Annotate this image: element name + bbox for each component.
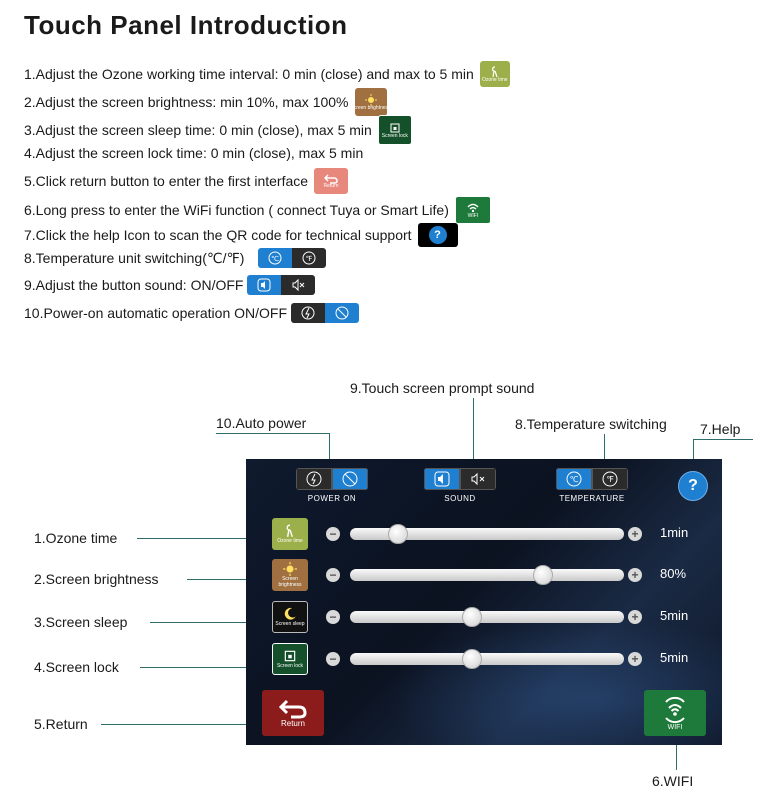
power-on-toggle[interactable] bbox=[296, 468, 368, 490]
touch-panel: POWER ON SOUND ℃ ℉ TEMPERATURE ? Ozone t… bbox=[246, 459, 722, 745]
ozone-value: 1min bbox=[660, 525, 689, 540]
auto-off-icon[interactable] bbox=[332, 468, 368, 490]
return-icon bbox=[279, 699, 307, 718]
return-button[interactable]: Return bbox=[262, 690, 324, 736]
lock-button[interactable]: Screen lock bbox=[272, 643, 308, 675]
lock-slider-track[interactable] bbox=[350, 653, 624, 665]
ozone-plus-button[interactable]: + bbox=[628, 527, 642, 541]
speaker-on-icon bbox=[247, 275, 282, 295]
auto-power-toggle bbox=[291, 303, 360, 323]
callout-wifi: 6.WIFI bbox=[652, 773, 694, 789]
brightness-value: 80% bbox=[660, 566, 687, 581]
wifi-icon: WIFI bbox=[454, 196, 491, 224]
help-icon: ? bbox=[417, 223, 458, 247]
callout-return: 5.Return bbox=[34, 716, 88, 732]
ozone-row: Ozone time − + 1min bbox=[246, 518, 722, 550]
sleep-slider-track[interactable] bbox=[350, 611, 624, 623]
lock-minus-button[interactable]: − bbox=[326, 652, 340, 666]
sleep-plus-button[interactable]: + bbox=[628, 610, 642, 624]
instruction-10: 10.Power-on automatic operation ON/OFF bbox=[24, 303, 360, 323]
ozone-icon bbox=[286, 524, 293, 538]
brightness-slider-track[interactable] bbox=[350, 569, 624, 581]
help-button[interactable]: ? bbox=[678, 471, 708, 501]
leader-sound bbox=[473, 398, 474, 462]
auto-off-icon bbox=[325, 303, 360, 323]
sound-label: SOUND bbox=[444, 494, 476, 503]
return-icon: Return bbox=[314, 168, 349, 194]
sleep-slider-knob[interactable] bbox=[461, 607, 482, 627]
wifi-button[interactable]: WIFI bbox=[644, 690, 706, 736]
lock-row: Screen lock − + 5min bbox=[246, 643, 722, 675]
leader-return bbox=[101, 724, 261, 725]
instruction-3: 3.Adjust the screen sleep time: 0 min (c… bbox=[24, 115, 412, 145]
callout-help: 7.Help bbox=[700, 421, 741, 437]
ozone-button[interactable]: Ozone time bbox=[272, 518, 308, 550]
instruction-4: 4.Adjust the screen lock time: 0 min (cl… bbox=[24, 145, 364, 161]
lock-icon: Screen lock bbox=[377, 115, 412, 145]
sound-toggle[interactable] bbox=[424, 468, 496, 490]
svg-text:℃: ℃ bbox=[272, 256, 280, 263]
instruction-8: 8.Temperature unit switching(℃/℉) ℃ ℉ bbox=[24, 248, 327, 268]
instruction-9: 9.Adjust the button sound: ON/OFF bbox=[24, 275, 316, 295]
svg-text:℉: ℉ bbox=[606, 475, 614, 484]
brightness-minus-button[interactable]: − bbox=[326, 568, 340, 582]
instruction-6: 6.Long press to enter the WiFi function … bbox=[24, 196, 491, 224]
callout-lock: 4.Screen lock bbox=[34, 659, 119, 675]
lock-icon bbox=[284, 650, 296, 662]
celsius-icon[interactable]: ℃ bbox=[556, 468, 592, 490]
callout-temperature: 8.Temperature switching bbox=[515, 416, 667, 432]
power-icon bbox=[291, 303, 326, 323]
sleep-minus-button[interactable]: − bbox=[326, 610, 340, 624]
wifi-icon bbox=[665, 696, 685, 723]
speaker-mute-icon bbox=[281, 275, 316, 295]
power-on-label: POWER ON bbox=[307, 494, 357, 503]
brightness-plus-button[interactable]: + bbox=[628, 568, 642, 582]
callout-brightness: 2.Screen brightness bbox=[34, 571, 159, 587]
sleep-row: Screen sleep − + 5min bbox=[246, 601, 722, 633]
instruction-1: 1.Adjust the Ozone working time interval… bbox=[24, 61, 510, 87]
sleep-button[interactable]: Screen sleep bbox=[272, 601, 308, 633]
fahrenheit-icon: ℉ bbox=[292, 248, 327, 268]
ozone-icon: Ozone time bbox=[479, 61, 510, 87]
callout-auto-power: 10.Auto power bbox=[216, 415, 307, 431]
temperature-toggle[interactable]: ℃ ℉ bbox=[556, 468, 628, 490]
ozone-slider-knob[interactable] bbox=[388, 524, 409, 544]
sound-group: SOUND bbox=[424, 468, 496, 503]
speaker-on-icon[interactable] bbox=[424, 468, 460, 490]
instruction-5: 5.Click return button to enter the first… bbox=[24, 168, 349, 194]
power-icon[interactable] bbox=[296, 468, 332, 490]
sleep-value: 5min bbox=[660, 608, 689, 623]
leader-auto-power-h bbox=[216, 433, 330, 434]
callout-ozone: 1.Ozone time bbox=[34, 530, 118, 546]
callout-sleep: 3.Screen sleep bbox=[34, 614, 128, 630]
temperature-group: ℃ ℉ TEMPERATURE bbox=[556, 468, 628, 503]
temperature-label: TEMPERATURE bbox=[559, 494, 625, 503]
lock-plus-button[interactable]: + bbox=[628, 652, 642, 666]
lock-slider-knob[interactable] bbox=[461, 649, 482, 669]
instruction-7: 7.Click the help Icon to scan the QR cod… bbox=[24, 223, 458, 247]
fahrenheit-icon[interactable]: ℉ bbox=[592, 468, 628, 490]
temperature-toggle: ℃ ℉ bbox=[258, 248, 327, 268]
brightness-button[interactable]: Screen brightness bbox=[272, 559, 308, 591]
svg-text:℉: ℉ bbox=[306, 255, 313, 263]
leader-help-h bbox=[693, 439, 753, 440]
speaker-mute-icon[interactable] bbox=[460, 468, 496, 490]
brightness-row: Screen brightness − + 80% bbox=[246, 559, 722, 591]
sun-icon: Screen brightness bbox=[350, 88, 391, 116]
page-title: Touch Panel Introduction bbox=[24, 10, 348, 40]
power-group: POWER ON bbox=[296, 468, 368, 503]
moon-icon bbox=[284, 607, 296, 620]
ozone-minus-button[interactable]: − bbox=[326, 527, 340, 541]
instruction-2: 2.Adjust the screen brightness: min 10%,… bbox=[24, 88, 391, 116]
lock-value: 5min bbox=[660, 650, 689, 665]
svg-text:℃: ℃ bbox=[570, 475, 579, 484]
celsius-icon: ℃ bbox=[258, 248, 293, 268]
callout-sound: 9.Touch screen prompt sound bbox=[350, 380, 535, 396]
sun-icon bbox=[283, 562, 297, 576]
brightness-slider-knob[interactable] bbox=[532, 565, 553, 585]
sound-toggle bbox=[247, 275, 316, 295]
